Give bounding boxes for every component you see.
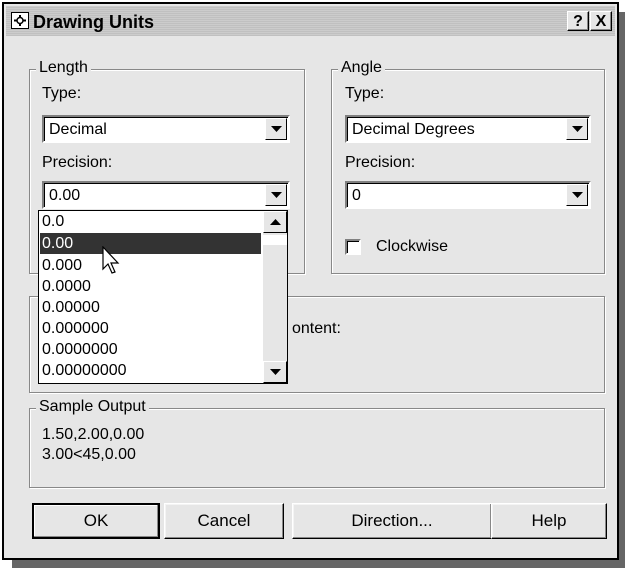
- length-type-value: Decimal: [49, 121, 107, 138]
- chevron-down-icon: [270, 369, 281, 375]
- length-type-select[interactable]: Decimal: [42, 115, 290, 143]
- ok-button[interactable]: OK: [32, 503, 160, 539]
- dialog-shadow-right: [619, 12, 625, 568]
- angle-precision-select[interactable]: 0: [345, 181, 591, 209]
- chevron-down-icon[interactable]: [566, 184, 588, 206]
- dialog-shadow-bottom: [12, 560, 624, 568]
- scroll-down-button[interactable]: [263, 361, 287, 383]
- mouse-pointer-icon: [102, 246, 120, 274]
- direction-button[interactable]: Direction...: [292, 503, 492, 539]
- length-precision-label: Precision:: [42, 154, 113, 171]
- chevron-down-icon[interactable]: [566, 118, 588, 140]
- length-precision-select[interactable]: 0.00: [42, 181, 290, 209]
- list-item[interactable]: 0.00000: [40, 297, 261, 318]
- angle-group-label: Angle: [338, 59, 385, 77]
- list-item[interactable]: 0.000000: [40, 318, 261, 339]
- angle-type-select[interactable]: Decimal Degrees: [345, 115, 591, 143]
- chevron-down-icon[interactable]: [265, 184, 287, 206]
- list-item[interactable]: 0.000: [40, 255, 261, 276]
- title-bar[interactable]: Drawing Units ? X: [6, 6, 615, 36]
- length-type-label: Type:: [42, 85, 82, 102]
- sample-line-2: 3.00<45,0.00: [42, 446, 136, 463]
- list-scrollbar[interactable]: [263, 211, 287, 383]
- drag-drop-partial-label: ontent:: [292, 320, 341, 337]
- cancel-button[interactable]: Cancel: [164, 503, 284, 539]
- angle-precision-value: 0: [352, 187, 361, 204]
- angle-type-label: Type:: [345, 85, 385, 102]
- help-button[interactable]: Help: [491, 503, 607, 539]
- sample-output-label: Sample Output: [36, 398, 149, 416]
- clockwise-checkbox[interactable]: [345, 239, 361, 255]
- chevron-down-icon[interactable]: [265, 118, 287, 140]
- list-item-selected[interactable]: 0.00: [40, 233, 261, 254]
- scrollbar-thumb[interactable]: [263, 235, 287, 245]
- chevron-up-icon: [270, 219, 281, 225]
- clockwise-label: Clockwise: [376, 238, 449, 255]
- scroll-up-button[interactable]: [263, 211, 287, 233]
- angle-precision-label: Precision:: [345, 154, 416, 171]
- help-title-button[interactable]: ?: [567, 11, 589, 31]
- length-group-label: Length: [36, 59, 91, 77]
- close-button[interactable]: X: [590, 11, 612, 31]
- length-precision-value: 0.00: [49, 187, 81, 204]
- list-item[interactable]: 0.0: [40, 211, 261, 232]
- settings-icon: [11, 12, 29, 29]
- dialog-title: Drawing Units: [33, 12, 155, 32]
- list-item[interactable]: 0.0000: [40, 276, 261, 297]
- sample-line-1: 1.50,2.00,0.00: [42, 426, 145, 443]
- list-item[interactable]: 0.00000000: [40, 360, 261, 381]
- list-item[interactable]: 0.0000000: [40, 339, 261, 360]
- precision-dropdown-list[interactable]: 0.0 0.00 0.000 0.0000 0.00000 0.000000 0…: [38, 210, 288, 384]
- angle-type-value: Decimal Degrees: [352, 121, 475, 138]
